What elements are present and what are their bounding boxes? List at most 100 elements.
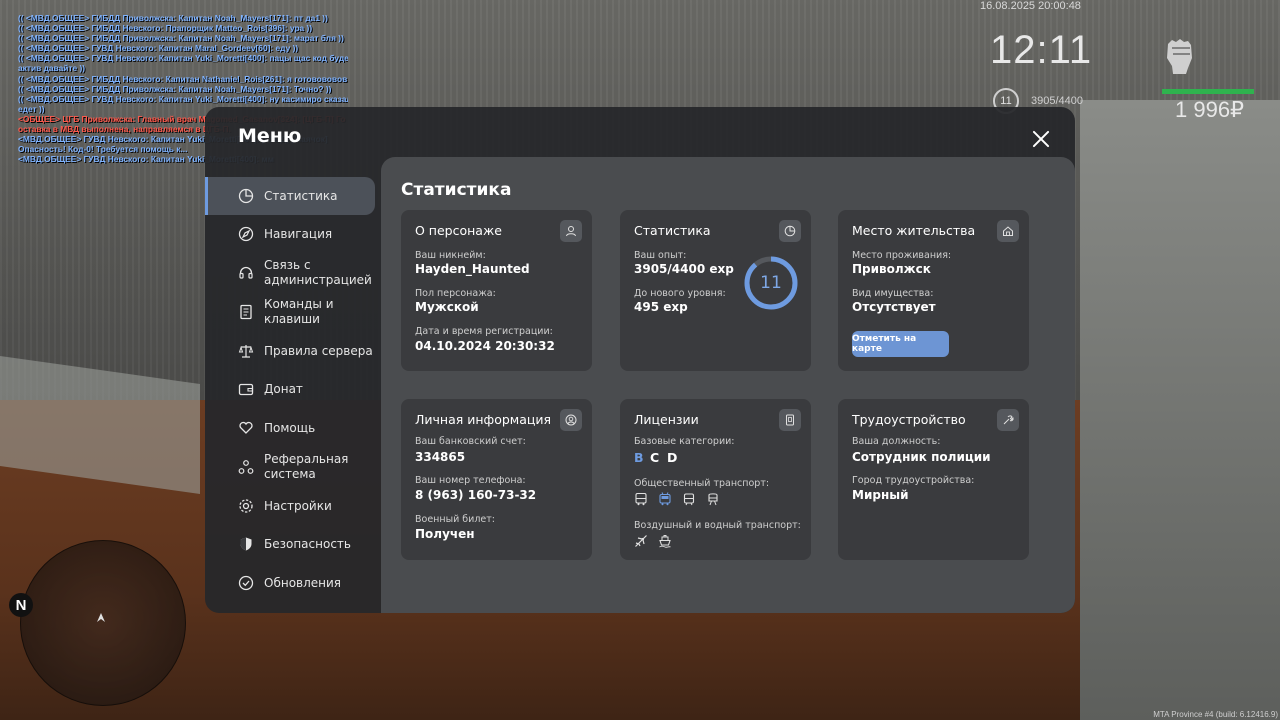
close-button[interactable] bbox=[1030, 128, 1052, 150]
exp-value: 3905/4400 exp bbox=[634, 262, 734, 276]
chat-line: (( <МВД.ОБЩЕЕ> ГИБДД Приволжска: Капитан… bbox=[18, 83, 332, 94]
network-icon bbox=[238, 460, 254, 474]
chat-line: (( <МВД.ОБЩЕЕ> ГИБДД Невского: Капитан N… bbox=[18, 73, 348, 84]
chat-line: (( <МВД.ОБЩЕЕ> ГИБДД Приволжска: Капитан… bbox=[18, 13, 328, 23]
chart-pie-icon bbox=[779, 220, 801, 242]
bank-account-label: Ваш банковский счет: bbox=[415, 436, 526, 447]
nav-item-settings[interactable]: Настройки bbox=[205, 487, 375, 525]
employment-city-value: Мирный bbox=[852, 488, 909, 502]
train-icon bbox=[708, 493, 718, 506]
residence-value: Приволжск bbox=[852, 262, 931, 276]
document-icon bbox=[240, 304, 252, 320]
trolleybus-icon bbox=[659, 492, 671, 506]
base-categories-label: Базовые категории: bbox=[634, 436, 735, 447]
nav-item-statistics[interactable]: Статистика bbox=[205, 177, 375, 215]
next-level-value: 495 exp bbox=[634, 300, 688, 314]
nickname-label: Ваш никнейм: bbox=[415, 250, 486, 261]
registration-value: 04.10.2024 20:30:32 bbox=[415, 339, 555, 353]
id-card-icon bbox=[779, 409, 801, 431]
card-licenses: Лицензии Базовые категории: B C D Общест… bbox=[620, 399, 811, 560]
fist-icon bbox=[1167, 39, 1192, 74]
user-icon bbox=[560, 220, 582, 242]
license-category: C bbox=[650, 450, 660, 465]
nav-item-donate[interactable]: Донат bbox=[205, 370, 375, 408]
wallet-icon bbox=[238, 383, 254, 396]
card-title: Трудоустройство bbox=[852, 412, 966, 427]
property-value: Отсутствует bbox=[852, 300, 936, 314]
hud-health-bar bbox=[1162, 89, 1254, 94]
ship-icon bbox=[659, 535, 671, 548]
next-level-label: До нового уровня: bbox=[634, 288, 726, 299]
card-employment: Трудоустройство Ваша должность: Сотрудни… bbox=[838, 399, 1029, 560]
nickname-value: Hayden_Haunted bbox=[415, 262, 530, 276]
chart-pie-icon bbox=[238, 188, 254, 204]
chat-line: (( <МВД.ОБЩЕЕ> ГУВД Невского: Капитан Ma… bbox=[18, 43, 299, 54]
card-character: О персонаже Ваш никнейм: Hayden_Haunted … bbox=[401, 210, 592, 371]
level-value: 11 bbox=[760, 273, 782, 293]
nav-label: Настройки bbox=[264, 498, 332, 513]
position-label: Ваша должность: bbox=[852, 436, 941, 447]
minimap-north-indicator: N bbox=[9, 593, 33, 617]
nav-item-help[interactable]: Помощь bbox=[205, 409, 375, 447]
nav-item-security[interactable]: Безопасность bbox=[205, 525, 375, 563]
nav-label: Безопасность bbox=[264, 536, 351, 551]
position-value: Сотрудник полиции bbox=[852, 450, 991, 464]
license-category: D bbox=[667, 450, 678, 465]
mark-on-map-button[interactable]: Отметить на карте bbox=[852, 331, 949, 357]
exp-label: Ваш опыт: bbox=[634, 250, 687, 261]
nav-item-commands[interactable]: Команды и клавиши bbox=[205, 293, 375, 331]
chat-line: (( <МВД.ОБЩЕЕ> ГУВД Невского: Капитан Yu… bbox=[18, 93, 348, 104]
nav-item-admin-contact[interactable]: Связь с администрацией bbox=[205, 254, 375, 292]
bank-account-value: 334865 bbox=[415, 450, 466, 464]
license-category: B bbox=[634, 450, 644, 465]
employment-city-label: Город трудоустройства: bbox=[852, 475, 975, 486]
nav-item-navigation[interactable]: Навигация bbox=[205, 215, 375, 253]
user-circle-icon bbox=[560, 409, 582, 431]
nav-item-server-rules[interactable]: Правила сервера bbox=[205, 332, 375, 370]
chat-line: (( <МВД.ОБЩЕЕ> ГИБДД Приволжска: Капитан… bbox=[18, 33, 344, 44]
property-label: Вид имущества: bbox=[852, 288, 934, 299]
nav-label: Донат bbox=[264, 381, 303, 396]
card-title: Статистика bbox=[634, 223, 711, 238]
nav-label: Обновления bbox=[264, 575, 342, 590]
nav-label: Навигация bbox=[264, 226, 333, 241]
compass-icon bbox=[238, 226, 254, 242]
menu-title: Меню bbox=[238, 125, 302, 147]
card-residence: Место жительства Место проживания: Приво… bbox=[838, 210, 1029, 371]
air-water-transport-label: Воздушный и водный транспорт: bbox=[634, 520, 801, 531]
nav-item-referral[interactable]: Реферальная система bbox=[205, 448, 375, 486]
player-arrow-icon bbox=[97, 613, 105, 622]
game-background-wall-right bbox=[1080, 100, 1280, 720]
bus-icon bbox=[635, 492, 647, 506]
residence-label: Место проживания: bbox=[852, 250, 952, 261]
hud-date: 16.08.2025 20:00:48 bbox=[980, 0, 1081, 12]
gender-value: Мужской bbox=[415, 300, 479, 314]
phone-label: Ваш номер телефона: bbox=[415, 475, 526, 486]
card-title: Личная информация bbox=[415, 412, 552, 427]
gear-icon bbox=[239, 499, 253, 513]
chat-line: (( <МВД.ОБЩЕЕ> ГУВД Невского: Капитан Yu… bbox=[18, 53, 348, 64]
military-id-value: Получен bbox=[415, 527, 475, 541]
nav-label: Статистика bbox=[264, 188, 338, 203]
shield-icon bbox=[240, 537, 252, 551]
house-icon bbox=[997, 220, 1019, 242]
military-id-label: Военный билет: bbox=[415, 514, 495, 525]
nav-label: Команды и клавиши bbox=[264, 297, 334, 326]
phone-value: 8 (963) 160-73-32 bbox=[415, 488, 537, 502]
content-title: Статистика bbox=[401, 180, 512, 200]
nav-label: Связь с администрацией bbox=[264, 258, 372, 287]
gender-label: Пол персонажа: bbox=[415, 288, 496, 299]
scales-icon bbox=[238, 345, 254, 358]
build-version: MTA Province #4 (build: 6.12416.9) bbox=[1153, 710, 1278, 719]
tools-icon bbox=[997, 409, 1019, 431]
card-statistics: Статистика Ваш опыт: 3905/4400 exp До но… bbox=[620, 210, 811, 371]
headset-icon bbox=[239, 266, 253, 279]
hud-exp: 3905/4400 bbox=[1031, 95, 1083, 107]
public-transport-label: Общественный транспорт: bbox=[634, 478, 770, 489]
hud-money: 1 996₽ bbox=[1175, 97, 1245, 122]
card-title: Лицензии bbox=[634, 412, 699, 427]
hud-clock: 12:11 bbox=[990, 28, 1093, 72]
nav-label: Реферальная система bbox=[264, 452, 349, 481]
nav-label: Правила сервера bbox=[264, 343, 373, 358]
nav-item-updates[interactable]: Обновления bbox=[205, 564, 375, 602]
